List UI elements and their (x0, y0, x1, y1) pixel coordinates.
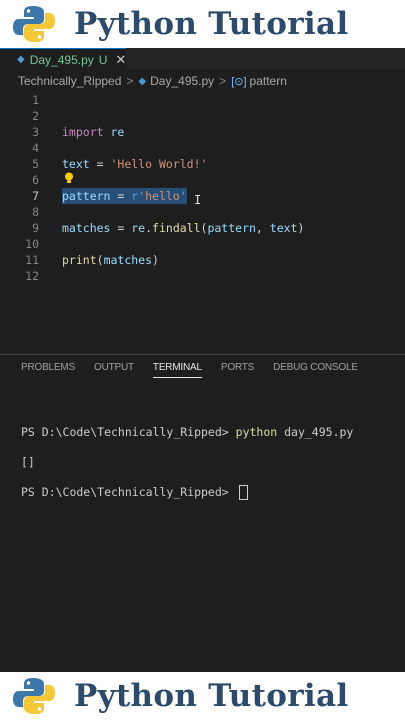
symbol-variable-icon: [⊙] (231, 75, 247, 88)
keyword-import: import (62, 125, 104, 139)
terminal-cursor (238, 485, 248, 500)
function-print: print (62, 253, 97, 267)
arg-matches: matches (103, 253, 153, 267)
line-number: 12 (25, 269, 39, 283)
paren-open: ( (96, 253, 104, 267)
code-line: 7 pattern = r'hello' (0, 188, 405, 204)
breadcrumb-separator: > (219, 74, 227, 88)
python-file-icon: ◆ (138, 75, 147, 87)
tab-ports[interactable]: PORTS (221, 362, 254, 378)
tab-output[interactable]: OUTPUT (94, 362, 134, 378)
comma: , (255, 221, 270, 235)
arg-text: text (269, 221, 298, 235)
untracked-badge: U (98, 52, 108, 67)
lightbulb-icon[interactable] (64, 172, 74, 184)
operator: = (110, 221, 132, 235)
terminal-output[interactable]: PS D:\Code\Technically_Ripped> python da… (21, 410, 353, 515)
tab-terminal[interactable]: TERMINAL (152, 362, 202, 378)
line-number: 5 (32, 157, 39, 171)
variable-text: text (62, 157, 90, 171)
tab-filename: Day_495.py (29, 52, 94, 67)
code-line: 12 (0, 268, 405, 284)
module-name: re (131, 221, 146, 235)
tab-problems[interactable]: PROBLEMS (21, 362, 75, 378)
terminal-line-3: PS D:\Code\Technically_Ripped> (21, 485, 353, 500)
line-number: 7 (32, 189, 39, 203)
mouse-cursor-icon: I (194, 193, 202, 207)
banner-title: Python Tutorial (74, 678, 349, 714)
operator: = (110, 189, 132, 203)
code-editor[interactable]: 1 2 3 import re 4 5 text = 'Hello World!… (0, 90, 405, 355)
breadcrumb-file[interactable]: Day_495.py (150, 74, 214, 88)
panel-divider (0, 354, 405, 355)
terminal-prompt: PS D:\Code\Technically_Ripped> (21, 425, 236, 439)
arg-pattern: pattern (207, 221, 256, 235)
line-number: 4 (32, 141, 39, 155)
selected-code: pattern = r'hello' (62, 188, 187, 204)
string-literal: 'Hello World!' (110, 157, 208, 171)
terminal-line-2: [] (21, 455, 35, 469)
tab-day-495[interactable]: ◆ Day_495.py U ✕ (0, 48, 126, 70)
code-line: 1 (0, 92, 405, 108)
code-line: 10 (0, 236, 405, 252)
tab-debug-console[interactable]: DEBUG CONSOLE (273, 362, 358, 378)
python-file-icon: ◆ (17, 54, 25, 65)
breadcrumb-folder[interactable]: Technically_Ripped (18, 74, 121, 88)
terminal-args: day_495.py (277, 425, 354, 439)
line-number: 10 (25, 237, 39, 251)
line-number: 1 (32, 93, 39, 107)
function-findall: findall (152, 221, 201, 235)
code-line: 3 import re (0, 124, 405, 140)
operator: = (89, 157, 111, 171)
code-line: 5 text = 'Hello World!' (0, 156, 405, 172)
paren-close: ) (297, 221, 305, 235)
dot: . (145, 221, 153, 235)
editor-tab-bar: ◆ Day_495.py U ✕ (0, 48, 405, 70)
variable-pattern: pattern (62, 189, 111, 203)
python-logo-icon (13, 6, 55, 42)
line-number: 3 (32, 125, 39, 139)
panel-tab-bar: PROBLEMS OUTPUT TERMINAL PORTS DEBUG CON… (21, 362, 377, 378)
code-line: 11 print(matches) (0, 252, 405, 268)
terminal-line-1: PS D:\Code\Technically_Ripped> python da… (21, 425, 353, 440)
code-line: 6 (0, 172, 405, 188)
close-icon[interactable]: ✕ (115, 52, 126, 68)
paren-close: ) (152, 253, 159, 267)
terminal-prompt: PS D:\Code\Technically_Ripped> (21, 485, 236, 499)
string-literal: 'hello' (138, 189, 187, 203)
module-name: re (103, 125, 125, 139)
breadcrumb: Technically_Ripped > ◆ Day_495.py > [⊙] … (18, 72, 287, 90)
terminal-command: python (235, 425, 278, 439)
code-line: 9 matches = re.findall(pattern, text) (0, 220, 405, 236)
code-line: 4 (0, 140, 405, 156)
line-number: 11 (25, 253, 39, 267)
breadcrumb-symbol[interactable]: pattern (250, 74, 287, 88)
line-number: 6 (32, 173, 39, 187)
line-number: 2 (32, 109, 39, 123)
variable-matches: matches (62, 221, 111, 235)
top-banner: Python Tutorial (0, 0, 405, 48)
line-number: 9 (32, 221, 39, 235)
banner-title: Python Tutorial (74, 6, 349, 42)
breadcrumb-separator: > (126, 74, 134, 88)
code-line: 2 (0, 108, 405, 124)
line-number: 8 (32, 205, 39, 219)
python-logo-icon (13, 678, 55, 714)
bottom-banner: Python Tutorial (0, 672, 405, 720)
code-line: 8 (0, 204, 405, 220)
